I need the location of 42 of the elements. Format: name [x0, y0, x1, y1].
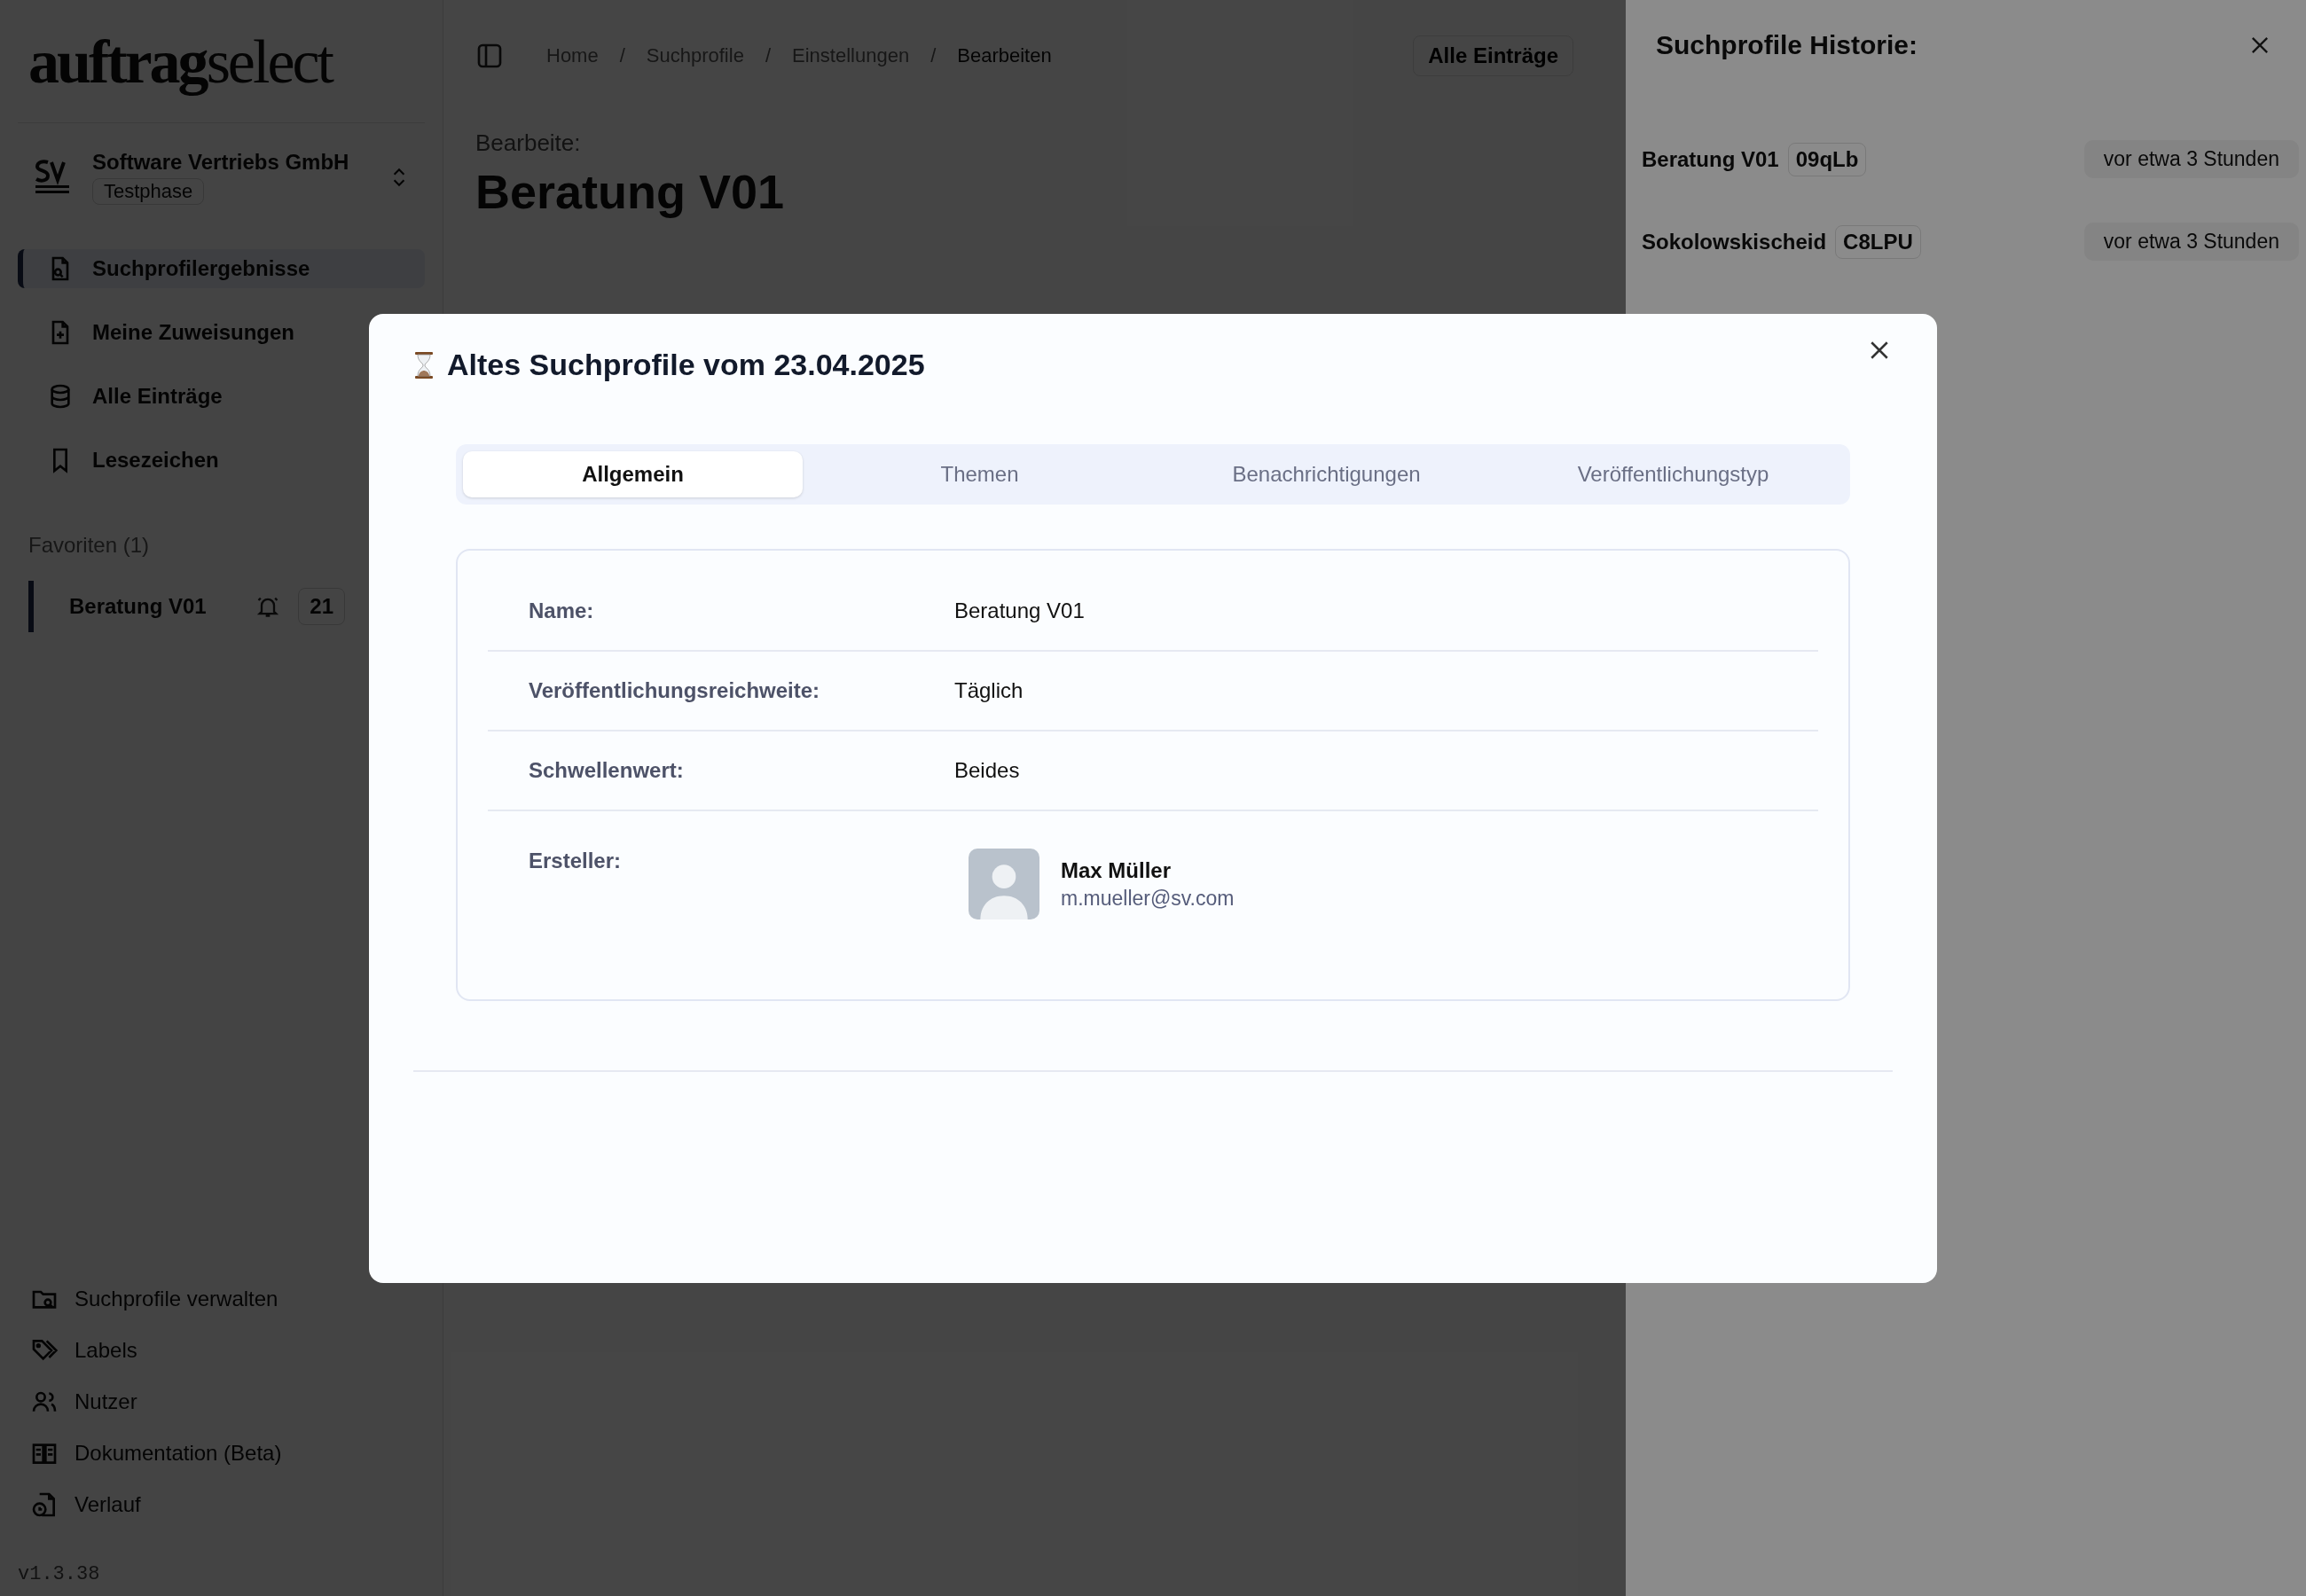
nav-item[interactable]: Meine Zuweisungen: [18, 313, 425, 352]
hourglass-icon: [413, 350, 435, 379]
time-badge: vor etwa 3 Stunden: [2083, 223, 2299, 261]
all-entries-button[interactable]: Alle Einträge: [1413, 35, 1573, 76]
nav-item[interactable]: Nutzer: [30, 1388, 425, 1416]
breadcrumb-separator: /: [619, 44, 625, 67]
breadcrumb-separator: /: [765, 44, 771, 67]
field-label: Veröffentlichungsreichweite:: [529, 678, 821, 703]
tab[interactable]: Themen: [810, 451, 1149, 497]
user-name: Max Müller: [1061, 857, 1173, 883]
panel-title: Suchprofile Historie:: [1656, 30, 1919, 60]
field-label: Ersteller:: [529, 849, 623, 873]
profile-name[interactable]: Beratung V01: [1642, 146, 1779, 172]
trial-badge: Testphase: [92, 178, 205, 205]
profile-name[interactable]: Sokolowskischeid: [1642, 229, 1827, 254]
nav-item[interactable]: Suchprofile verwalten: [30, 1285, 425, 1313]
organization-name: Software Vertriebs GmbH: [92, 150, 349, 175]
field-label: Schwellenwert:: [529, 758, 685, 783]
count-badge: 21: [298, 588, 345, 625]
nav-item[interactable]: Dokumentation (Beta): [30, 1439, 425, 1467]
nav-item[interactable]: Verlauf: [30, 1490, 425, 1519]
breadcrumb-link[interactable]: Bearbeiten: [957, 44, 1052, 67]
page-title: Beratung V01: [475, 164, 786, 219]
nav-item[interactable]: Labels: [30, 1336, 425, 1365]
time-badge: vor etwa 3 Stunden: [2083, 140, 2299, 178]
tab[interactable]: Allgemein: [463, 451, 803, 497]
tab[interactable]: Veröffentlichungstyp: [1503, 451, 1843, 497]
field-label: Name:: [529, 598, 595, 623]
nav-item[interactable]: Lesezeichen: [18, 441, 425, 480]
nav-item[interactable]: Alle Einträge: [18, 377, 425, 416]
version-code-badge: C8LPU: [1835, 224, 1921, 259]
tab[interactable]: Benachrichtigungen: [1157, 451, 1496, 497]
field-value: Täglich: [954, 678, 1024, 703]
field-value: Beratung V01: [954, 598, 1086, 623]
version-code-badge: 09qLb: [1787, 142, 1867, 176]
field-value: Beides: [954, 758, 1021, 783]
sidebar-toggle-icon[interactable]: [475, 42, 504, 70]
logo: auftragselect: [18, 27, 425, 123]
dialog-title: Altes Suchprofile vom 23.04.2025: [447, 348, 926, 382]
user-email: m.mueller@sv.com: [1061, 886, 1235, 911]
breadcrumb-separator: /: [930, 44, 937, 67]
nav-item[interactable]: Suchprofilergebnisse: [18, 249, 425, 288]
